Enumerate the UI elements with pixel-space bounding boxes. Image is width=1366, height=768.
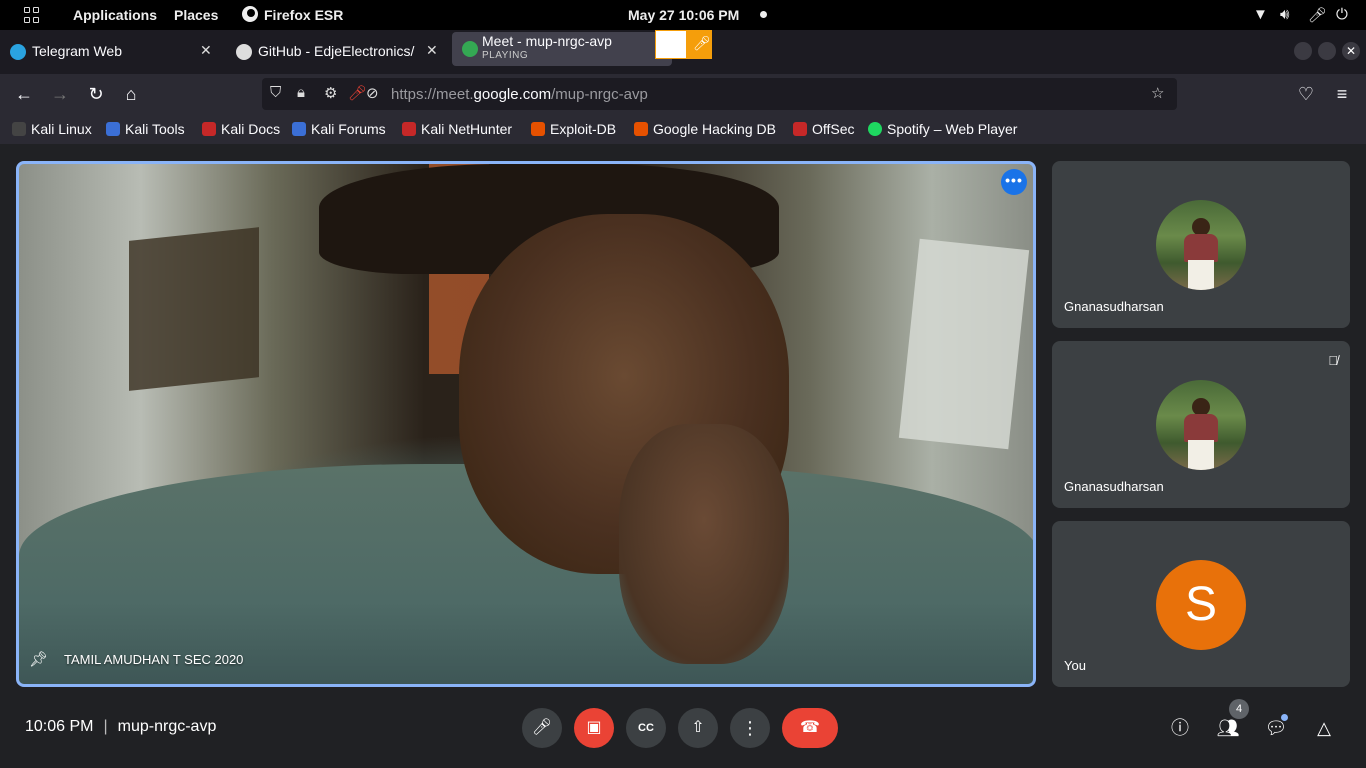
tab-meet[interactable]: Meet - mup-nrgc-avp PLAYING bbox=[452, 32, 672, 66]
bookmark-kali-forums[interactable]: Kali Forums bbox=[292, 121, 386, 137]
bookmark-kali-linux[interactable]: Kali Linux bbox=[12, 121, 92, 137]
self-tile[interactable]: S You bbox=[1052, 521, 1350, 687]
tab-title: Telegram Web bbox=[32, 43, 123, 59]
camera-button[interactable]: ▣ bbox=[574, 708, 614, 748]
bookmark-spotify[interactable]: Spotify – Web Player bbox=[868, 121, 1017, 137]
leave-call-button[interactable]: ☎ bbox=[782, 708, 838, 748]
home-icon[interactable]: ⌂ bbox=[119, 82, 143, 106]
places-menu[interactable]: Places bbox=[174, 7, 218, 23]
bookmark-star-icon[interactable]: ☆ bbox=[1151, 84, 1164, 102]
people-count-badge: 4 bbox=[1229, 699, 1249, 719]
kali-docs-icon bbox=[202, 122, 216, 136]
mic-permission-icon[interactable]: 🎤︎ bbox=[348, 84, 367, 102]
meeting-time: 10:06 PM bbox=[25, 718, 94, 735]
minimize-button[interactable] bbox=[1294, 42, 1312, 60]
meet-icon bbox=[462, 41, 478, 57]
tab-playing-label: PLAYING bbox=[482, 50, 529, 61]
camera-off-icon: ▣ bbox=[586, 719, 602, 736]
participant-name: Gnanasudharsan bbox=[1064, 299, 1164, 314]
meeting-info: 10:06 PM | mup-nrgc-avp bbox=[25, 718, 217, 735]
captions-icon: CC bbox=[638, 722, 654, 734]
forward-icon[interactable]: → bbox=[48, 82, 72, 106]
notification-dot bbox=[760, 11, 767, 18]
participant-name: Gnanasudharsan bbox=[1064, 479, 1164, 494]
more-options-icon[interactable]: ••• bbox=[1001, 169, 1027, 195]
apps-grid-icon[interactable] bbox=[24, 7, 40, 23]
firefox-icon bbox=[242, 6, 258, 22]
bookmark-kali-tools[interactable]: Kali Tools bbox=[106, 121, 185, 137]
bookmark-google-hacking-db[interactable]: Google Hacking DB bbox=[634, 121, 776, 137]
exploit-db-icon bbox=[531, 122, 545, 136]
url-bar[interactable]: ⛉ 🔒︎ ⚙ 🎤︎ ⊘ https://meet.google.com/mup-… bbox=[262, 78, 1177, 110]
present-screen-icon: ⇧ bbox=[691, 719, 705, 736]
tab-title: GitHub - EdjeElectronics/ bbox=[258, 43, 415, 59]
avatar bbox=[1156, 380, 1246, 470]
meeting-code: mup-nrgc-avp bbox=[117, 718, 217, 735]
microphone-button[interactable]: 🎤︎ bbox=[522, 708, 562, 748]
nethunter-icon bbox=[402, 122, 416, 136]
tab-github[interactable]: GitHub - EdjeElectronics/ ✕ bbox=[226, 36, 448, 68]
spotify-icon bbox=[868, 122, 882, 136]
permissions-icon[interactable]: ⚙ bbox=[324, 84, 337, 102]
avatar bbox=[1156, 200, 1246, 290]
kali-tools-icon bbox=[106, 122, 120, 136]
tab-telegram[interactable]: Telegram Web ✕ bbox=[0, 36, 222, 68]
present-button[interactable]: ⇧ bbox=[678, 708, 718, 748]
github-icon bbox=[236, 44, 252, 60]
more-options-button[interactable]: ⋮ bbox=[730, 708, 770, 748]
lock-icon[interactable]: 🔒︎ bbox=[297, 84, 305, 101]
wifi-icon[interactable]: ▼ bbox=[1253, 6, 1268, 23]
mic-icon: 🎤︎ bbox=[693, 35, 711, 51]
main-video-tile[interactable]: 📌︎ TAMIL AMUDHAN T SEC 2020 ••• bbox=[16, 161, 1036, 687]
mic-off-icon: 🎙̸ bbox=[1328, 353, 1338, 368]
captions-button[interactable]: CC bbox=[626, 708, 666, 748]
power-icon[interactable]: ⏻ bbox=[1336, 6, 1348, 23]
bookmark-offsec[interactable]: OffSec bbox=[793, 121, 855, 137]
chat-notification-dot bbox=[1281, 714, 1288, 721]
more-vert-icon: ⋮ bbox=[741, 718, 759, 738]
offsec-icon bbox=[793, 122, 807, 136]
shield-icon[interactable]: ⛉ bbox=[270, 84, 281, 101]
reload-icon[interactable]: ↻ bbox=[84, 82, 108, 106]
telegram-icon bbox=[10, 44, 26, 60]
ghdb-icon bbox=[634, 122, 648, 136]
menu-icon[interactable]: ≡ bbox=[1330, 82, 1354, 106]
kali-icon bbox=[12, 122, 26, 136]
camera-blocked-icon[interactable]: ⊘ bbox=[366, 84, 379, 102]
participant-name: You bbox=[1064, 658, 1086, 673]
participant-tile[interactable]: 🎙̸ Gnanasudharsan bbox=[1052, 341, 1350, 508]
activities-icon[interactable]: △ bbox=[1310, 714, 1338, 742]
participant-name: TAMIL AMUDHAN T SEC 2020 bbox=[64, 652, 244, 667]
mic-icon[interactable]: 🎤︎ bbox=[1308, 6, 1327, 24]
end-call-icon: ☎ bbox=[800, 719, 820, 736]
close-icon[interactable]: ✕ bbox=[426, 42, 438, 59]
volume-icon[interactable]: 🔊︎ bbox=[1280, 6, 1289, 23]
maximize-button[interactable] bbox=[1318, 42, 1336, 60]
mic-icon: 🎤︎ bbox=[531, 719, 553, 736]
bookmark-kali-nethunter[interactable]: Kali NetHunter bbox=[402, 121, 512, 137]
back-icon[interactable]: ← bbox=[12, 82, 36, 106]
bookmarks-toolbar: Kali Linux Kali Tools Kali Docs Kali For… bbox=[0, 114, 1366, 144]
url-text[interactable]: https://meet.google.com/mup-nrgc-avp bbox=[391, 86, 648, 103]
avatar: S bbox=[1156, 560, 1246, 650]
bookmark-exploit-db[interactable]: Exploit-DB bbox=[531, 121, 616, 137]
participant-tile[interactable]: Gnanasudharsan bbox=[1052, 161, 1350, 328]
navigation-bar: ← → ↻ ⌂ ⛉ 🔒︎ ⚙ 🎤︎ ⊘ https://meet.google.… bbox=[0, 74, 1366, 114]
applications-menu[interactable]: Applications bbox=[73, 7, 157, 23]
active-app-name[interactable]: Firefox ESR bbox=[264, 7, 343, 23]
clock[interactable]: May 27 10:06 PM bbox=[628, 7, 739, 23]
pocket-icon[interactable]: ♡ bbox=[1294, 82, 1318, 106]
system-top-bar: Applications Places Firefox ESR May 27 1… bbox=[0, 0, 1366, 30]
close-window-button[interactable]: ✕ bbox=[1342, 42, 1360, 60]
tab-title: Meet - mup-nrgc-avp bbox=[482, 33, 612, 49]
bookmark-kali-docs[interactable]: Kali Docs bbox=[202, 121, 280, 137]
kali-forums-icon bbox=[292, 122, 306, 136]
close-icon[interactable]: ✕ bbox=[200, 42, 212, 59]
pin-icon[interactable]: 📌︎ bbox=[29, 650, 48, 668]
sharing-indicator[interactable]: 🎤︎ bbox=[655, 30, 712, 59]
meeting-details-icon[interactable]: ⓘ bbox=[1166, 714, 1194, 742]
meet-content: 📌︎ TAMIL AMUDHAN T SEC 2020 ••• Gnanasud… bbox=[0, 144, 1366, 768]
